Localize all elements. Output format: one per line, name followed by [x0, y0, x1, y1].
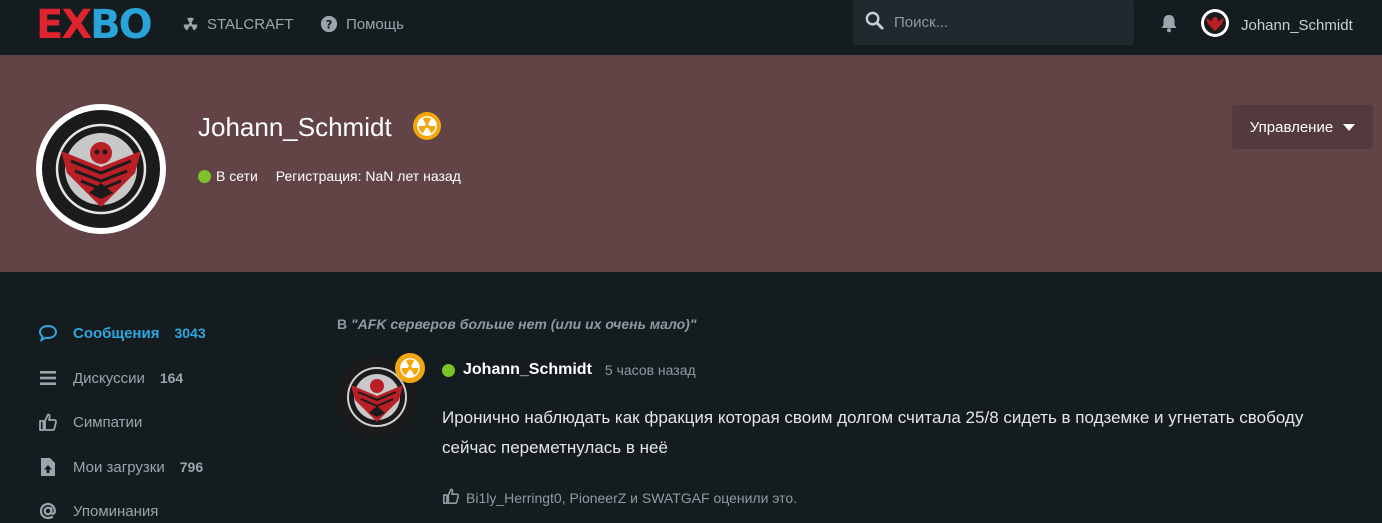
nav-help[interactable]: ? Помощь [320, 14, 404, 34]
logo-letter-e: E [36, 2, 63, 48]
online-status-dot-icon [198, 169, 211, 183]
bell-icon[interactable] [1159, 13, 1179, 38]
sidebar-item-label: Упоминания [73, 502, 159, 520]
user-name: Johann_Schmidt [1241, 16, 1353, 34]
caret-down-icon [1343, 119, 1356, 136]
nav-help-label: Помощь [346, 15, 404, 33]
thumbs-up-icon [442, 487, 460, 508]
post-radiation-badge-icon [395, 353, 425, 383]
search-box[interactable] [853, 0, 1134, 45]
thread-context-prefix: В [337, 316, 348, 332]
sidebar-item-messages[interactable]: Сообщения 3043 [36, 321, 206, 345]
manage-button[interactable]: Управление [1232, 105, 1373, 149]
radiation-icon [182, 16, 199, 33]
radiation-badge-icon [413, 112, 441, 140]
logo-letter-b: B [90, 2, 120, 48]
thread-context: В "AFK серверов больше нет (или их очень… [337, 316, 696, 332]
nav-stalcraft[interactable]: STALCRAFT [182, 14, 293, 34]
profile-avatar[interactable] [36, 104, 166, 234]
user-menu[interactable]: Johann_Schmidt [1201, 9, 1353, 41]
nav-stalcraft-label: STALCRAFT [207, 15, 294, 33]
post-online-dot-icon [442, 363, 455, 377]
profile-username: Johann_Schmidt [198, 112, 392, 142]
svg-text:?: ? [326, 18, 333, 32]
file-upload-icon [36, 457, 60, 477]
sidebar-item-label: Дискуссии [73, 369, 145, 387]
question-circle-icon: ? [320, 15, 338, 33]
sidebar-item-mentions[interactable]: Упоминания [36, 499, 158, 523]
sidebar-item-label: Симпатии [73, 413, 143, 431]
site-logo[interactable]: E X B O [36, 2, 153, 48]
thread-title-link[interactable]: "AFK серверов больше нет (или их очень м… [351, 316, 696, 332]
post-timestamp[interactable]: 5 часов назад [605, 362, 696, 378]
sidebar-item-count: 796 [179, 459, 204, 475]
post-likes: Bi1ly_Herringt0, PioneerZ и SWATGAF оцен… [442, 487, 797, 508]
online-status: В сети [216, 168, 258, 184]
post-content: Иронично наблюдать как фракция которая с… [442, 408, 1304, 457]
top-navbar: E X B O STALCRAFT ? Помощь Johann_Schmid… [0, 0, 1382, 55]
user-avatar [1201, 9, 1229, 41]
manage-button-label: Управление [1249, 118, 1334, 136]
post-author[interactable]: Johann_Schmidt [463, 361, 592, 379]
post-likes-text[interactable]: Bi1ly_Herringt0, PioneerZ и SWATGAF оцен… [466, 490, 797, 506]
search-input[interactable] [894, 14, 1114, 31]
at-sign-icon [36, 501, 60, 521]
sidebar-item-count: 164 [159, 370, 184, 386]
profile-status-row: В сети Регистрация: NaN лет назад [198, 168, 461, 184]
sidebar-item-likes[interactable]: Симпатии [36, 410, 142, 434]
registration-info: Регистрация: NaN лет назад [275, 168, 461, 184]
logo-letter-x: X [61, 2, 92, 48]
sidebar-item-count: 3043 [174, 325, 206, 341]
comment-bubble-icon [36, 324, 60, 342]
list-icon [36, 370, 60, 386]
sidebar-item-label: Сообщения [73, 324, 160, 342]
post-header: Johann_Schmidt 5 часов назад [442, 361, 696, 379]
sidebar-item-uploads[interactable]: Мои загрузки 796 [36, 455, 203, 479]
sidebar-item-discussions[interactable]: Дискуссии 164 [36, 366, 183, 390]
thumbs-up-icon [36, 412, 60, 432]
profile-banner [0, 55, 1382, 272]
sidebar-item-label: Мои загрузки [73, 458, 165, 476]
search-icon [865, 11, 884, 35]
logo-letter-o: O [118, 2, 153, 48]
